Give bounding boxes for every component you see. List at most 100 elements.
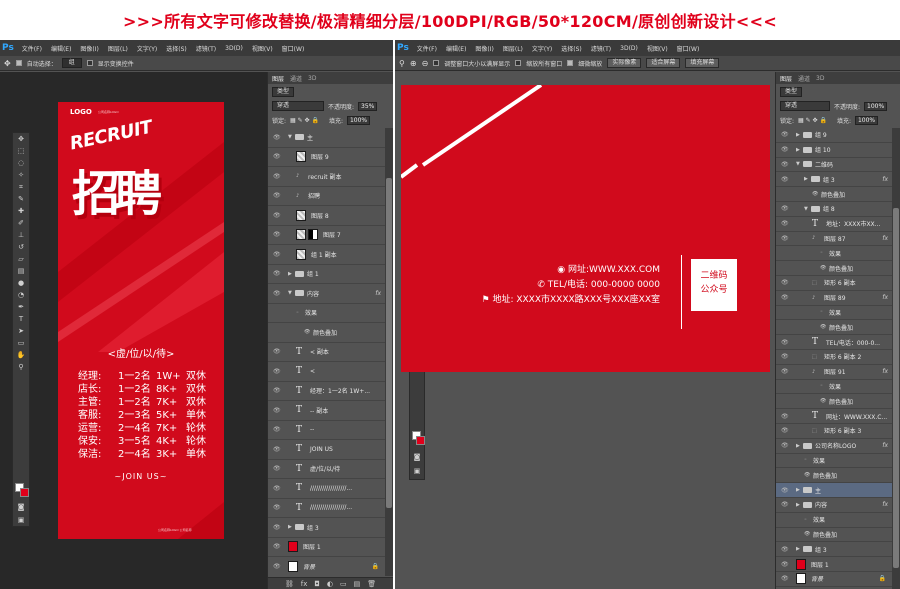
layer-row[interactable]: ◦ 效果: [268, 304, 385, 323]
effect-eye-icon[interactable]: 👁: [304, 329, 310, 335]
show-transform-checkbox[interactable]: [86, 60, 93, 66]
blend-mode-dropdown[interactable]: 穿透: [780, 101, 830, 111]
layer-row[interactable]: 👁 ▶ 组 10: [776, 143, 892, 158]
expand-arrow-closed-icon[interactable]: ▶: [796, 132, 800, 138]
layer-effects-badge[interactable]: fx: [882, 442, 888, 449]
layer-effects-badge[interactable]: fx: [882, 294, 888, 301]
visibility-eye-icon[interactable]: 👁: [273, 543, 281, 550]
new-layer-icon[interactable]: ▤: [354, 580, 361, 588]
visibility-eye-icon[interactable]: 👁: [781, 413, 789, 420]
layer-row[interactable]: ◦ 效果: [776, 380, 892, 395]
menu-image[interactable]: 图像(I): [80, 44, 98, 53]
auto-select-target-dropdown[interactable]: 组: [61, 58, 82, 68]
visibility-eye-icon[interactable]: 👁: [273, 134, 281, 141]
menu-window[interactable]: 窗口(W): [677, 44, 700, 53]
dodge-icon[interactable]: ◔: [16, 290, 26, 300]
menu-type[interactable]: 文字(Y): [137, 44, 157, 53]
layer-row[interactable]: 👁 颜色叠加: [776, 468, 892, 484]
menu-layer[interactable]: 图层(L): [108, 44, 128, 53]
effect-eye-icon[interactable]: 👁: [820, 265, 826, 271]
layer-row[interactable]: 👁 T TEL/电话：000-0...: [776, 335, 892, 350]
tab-3d[interactable]: 3D: [308, 75, 316, 82]
layer-row[interactable]: 👁 图层 1: [268, 538, 385, 557]
delete-layer-icon[interactable]: 🗑: [367, 580, 376, 588]
link-layers-icon[interactable]: ⛓: [285, 580, 294, 588]
layers-scroll-thumb[interactable]: [893, 208, 899, 568]
add-style-icon[interactable]: fx: [301, 580, 308, 588]
visibility-eye-icon[interactable]: 👁: [781, 442, 789, 449]
expand-arrow-closed-icon[interactable]: ▶: [796, 443, 800, 449]
visibility-eye-icon[interactable]: 👁: [273, 504, 281, 511]
opacity-field[interactable]: 100%: [864, 101, 888, 111]
layer-row[interactable]: 👁 背景 🔒: [268, 557, 385, 576]
layer-row[interactable]: 👁 T --: [268, 421, 385, 440]
layer-row[interactable]: 👁 ▼ 内容 fx: [268, 284, 385, 304]
background-color-swatch[interactable]: [416, 436, 425, 445]
visibility-eye-icon[interactable]: 👁: [273, 290, 281, 297]
layer-row[interactable]: 👁 ♪ 图层 91 fx: [776, 365, 892, 380]
expand-arrow-closed-icon[interactable]: ▶: [796, 147, 800, 153]
new-group-icon[interactable]: ▭: [340, 580, 347, 588]
layers-scrollbar[interactable]: [385, 128, 393, 576]
layer-row[interactable]: 👁 图层 7: [268, 226, 385, 245]
layer-row[interactable]: ◦ 效果: [776, 246, 892, 262]
layer-row[interactable]: 👁 图层 9: [268, 148, 385, 167]
type-icon[interactable]: T: [16, 314, 26, 324]
lasso-icon[interactable]: ◌: [16, 158, 26, 168]
move-icon[interactable]: ✥: [16, 134, 26, 144]
layer-mask-thumbnail[interactable]: [308, 229, 318, 241]
expand-arrow-open-icon[interactable]: ▼: [804, 206, 808, 212]
hand-icon[interactable]: ✋: [16, 350, 26, 360]
layer-row[interactable]: 👁 T 虚/位/以/待: [268, 460, 385, 479]
layer-row[interactable]: 👁 ▶ 组 3 fx: [776, 172, 892, 188]
layer-row[interactable]: 👁 ♪ 图层 89 fx: [776, 291, 892, 306]
layer-row[interactable]: 👁 ⬚ 矩形 6 副本: [776, 276, 892, 291]
menu-view[interactable]: 视图(V): [647, 44, 668, 53]
layer-row[interactable]: 👁 T 经理：1一2名 1W+...: [268, 382, 385, 401]
layer-row[interactable]: 👁 颜色叠加: [776, 261, 892, 276]
canvas-area[interactable]: ✥ ⬚ ◌ ✧ ⌗ ✎ ✚ ✐ ⊥ ↺ ▱ ▤ ● ◔ ✒ T ➤ ▭ ✋ ⚲ …: [395, 72, 775, 589]
add-mask-icon[interactable]: ◘: [314, 580, 320, 588]
menu-3d[interactable]: 3D(D): [225, 45, 243, 52]
visibility-eye-icon[interactable]: 👁: [273, 465, 281, 472]
shape-icon[interactable]: ▭: [16, 338, 26, 348]
layer-row[interactable]: 👁 ♪ recruit 副本: [268, 167, 385, 187]
layer-row[interactable]: 👁 ▼ 组 8: [776, 202, 892, 217]
blend-mode-dropdown[interactable]: 穿透: [272, 101, 324, 111]
visibility-eye-icon[interactable]: 👁: [273, 387, 281, 394]
layer-row[interactable]: 👁 ▼ 二维码: [776, 158, 892, 173]
zoom-tool-icon[interactable]: ⚲: [399, 59, 405, 68]
expand-arrow-closed-icon[interactable]: ▶: [796, 487, 800, 493]
layer-row[interactable]: 👁 ▶ 公司名称LOGO fx: [776, 439, 892, 454]
visibility-eye-icon[interactable]: 👁: [781, 575, 789, 582]
layer-row[interactable]: 👁 ⬚ 矩形 6 副本 3: [776, 424, 892, 439]
layer-effects-badge[interactable]: fx: [882, 235, 888, 242]
zoom-in-icon[interactable]: ⊕: [410, 59, 417, 68]
path-select-icon[interactable]: ➤: [16, 326, 26, 336]
visibility-eye-icon[interactable]: 👁: [781, 368, 789, 375]
layer-effects-badge[interactable]: fx: [882, 501, 888, 508]
layer-row[interactable]: 👁 图层 8: [268, 206, 385, 226]
layer-row[interactable]: 👁 ▶ 组 1: [268, 265, 385, 284]
menu-edit[interactable]: 编辑(E): [51, 44, 71, 53]
expand-arrow-open-icon[interactable]: ▼: [796, 161, 800, 167]
effect-eye-icon[interactable]: 👁: [804, 531, 810, 537]
effect-eye-icon[interactable]: 👁: [820, 324, 826, 330]
menu-window[interactable]: 窗口(W): [282, 44, 305, 53]
marquee-icon[interactable]: ⬚: [16, 146, 26, 156]
visibility-eye-icon[interactable]: 👁: [781, 339, 789, 346]
visibility-eye-icon[interactable]: 👁: [273, 153, 281, 160]
layer-row[interactable]: 👁 ♪ 招聘: [268, 187, 385, 206]
zoom-out-icon[interactable]: ⊖: [422, 59, 429, 68]
visibility-eye-icon[interactable]: 👁: [273, 173, 281, 180]
layer-row[interactable]: 👁 颜色叠加: [268, 323, 385, 343]
effect-eye-icon[interactable]: 👁: [820, 398, 826, 404]
expand-arrow-closed-icon[interactable]: ▶: [288, 271, 292, 277]
layer-row[interactable]: ◦ 效果: [776, 306, 892, 321]
menu-3d[interactable]: 3D(D): [620, 45, 638, 52]
visibility-eye-icon[interactable]: 👁: [781, 353, 789, 360]
quick-mask-icon[interactable]: ◙: [412, 452, 422, 462]
crop-icon[interactable]: ⌗: [16, 182, 26, 192]
fill-screen-button[interactable]: 填充屏幕: [685, 58, 720, 68]
gradient-icon[interactable]: ▤: [16, 266, 26, 276]
